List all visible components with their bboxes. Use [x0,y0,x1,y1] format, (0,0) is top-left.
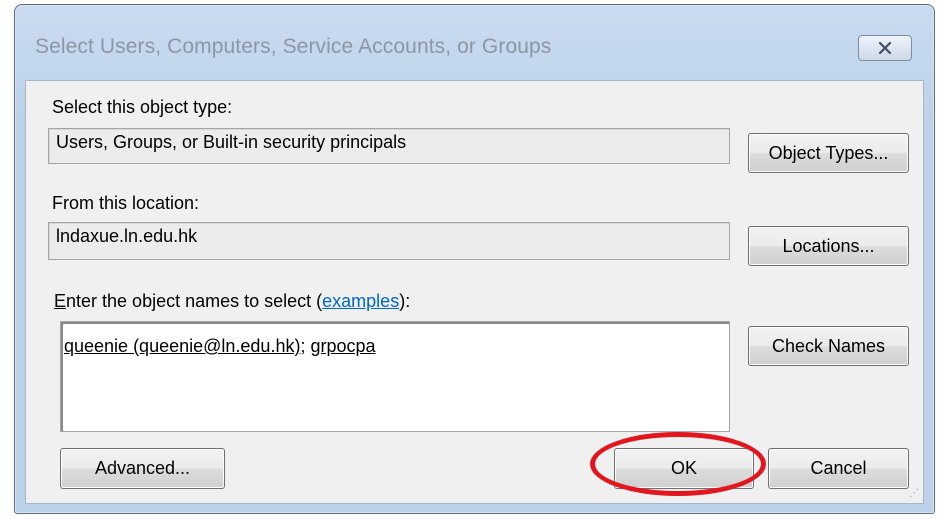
label-text: nter the object names to select ( [66,291,323,311]
resolved-name-entry: queenie (queenie@ln.edu.hk) [64,336,301,356]
label-mnemonic: E [54,291,67,311]
object-names-label: Enter the object names to select (exampl… [54,291,410,312]
locations-button[interactable]: Locations... [748,226,909,266]
advanced-button[interactable]: Advanced... [60,448,225,489]
cancel-button[interactable]: Cancel [768,448,909,489]
resolved-name-entry: grpocpa [310,336,376,356]
dialog-client-area: Select this object type: Users, Groups, … [25,80,924,504]
close-x-icon [878,42,892,54]
location-label: From this location: [52,193,200,213]
object-type-label: Select this object type: [52,97,233,117]
location-field: lndaxue.ln.edu.hk [48,222,730,260]
check-names-button[interactable]: Check Names [748,326,909,366]
dialog-window: Select Users, Computers, Service Account… [14,4,935,514]
object-names-input[interactable]: queenie (queenie@ln.edu.hk); grpocpa [60,321,730,432]
examples-link[interactable]: examples [322,291,399,311]
title-bar[interactable]: Select Users, Computers, Service Account… [15,5,934,89]
name-separator: ; [300,336,311,356]
object-types-button[interactable]: Object Types... [748,133,909,173]
object-type-field: Users, Groups, or Built-in security prin… [48,128,730,164]
window-title: Select Users, Computers, Service Account… [35,35,552,58]
label-end: ): [399,291,411,311]
close-button[interactable] [858,35,912,61]
resize-grip-icon[interactable]: ⋰ [909,489,919,499]
ok-button[interactable]: OK [614,448,754,489]
